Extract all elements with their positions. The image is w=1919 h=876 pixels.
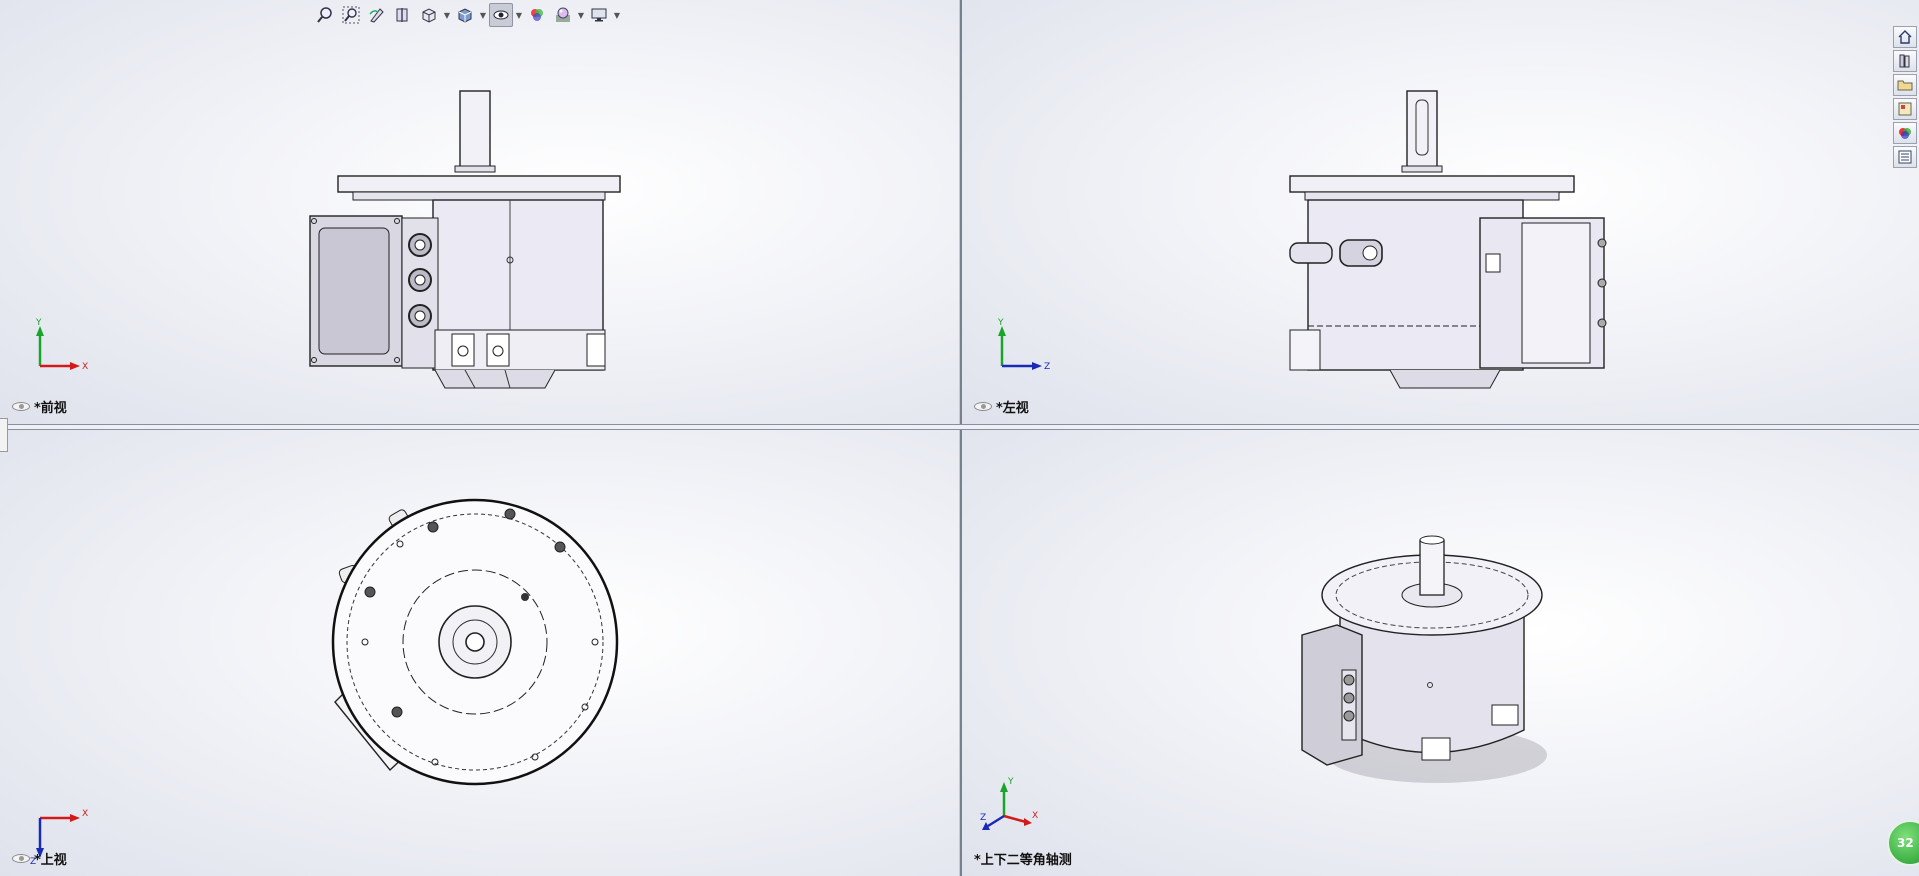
view-name: *左视 [996,401,1029,416]
feature-manager-flyout-tab[interactable] [0,418,8,452]
eye-icon [12,402,30,411]
motor-left-view[interactable] [1289,88,1607,402]
display-style-icon[interactable] [453,3,477,27]
axis-triad-isometric: Y X Z [980,776,1040,836]
appearances-icon[interactable] [1893,122,1917,144]
triad-y-label: Y [1007,777,1014,787]
view-label-isometric[interactable]: *上下二等角轴测 [974,849,1072,868]
triad-y-label: Y [35,318,42,328]
hide-show-items-icon[interactable] [489,3,513,27]
view-name: *前视 [34,401,67,416]
chevron-down-icon[interactable]: ▼ [577,3,585,27]
chevron-down-icon[interactable]: ▼ [443,3,451,27]
viewport-left[interactable]: Y Z *左视 [962,0,1919,424]
apply-scene-icon[interactable] [551,3,575,27]
notification-badge[interactable]: 32 [1887,820,1919,866]
viewport-isometric[interactable]: Y X Z *上下二等角轴测 32 [962,430,1919,876]
view-settings-icon[interactable] [587,3,611,27]
view-orientation-icon[interactable] [417,3,441,27]
section-view-icon[interactable] [391,3,415,27]
previous-view-icon[interactable] [365,3,389,27]
triad-x-label: X [82,362,88,372]
design-library-icon[interactable] [1893,50,1917,72]
task-pane [1893,26,1919,168]
view-label-front[interactable]: *前视 [12,397,67,416]
zoom-to-area-icon[interactable] [339,3,363,27]
eye-icon [12,854,30,863]
view-label-top[interactable]: *上视 [12,849,67,868]
chevron-down-icon[interactable]: ▼ [515,3,523,27]
custom-properties-icon[interactable] [1893,146,1917,168]
view-label-left[interactable]: *左视 [974,397,1029,416]
home-icon[interactable] [1893,26,1917,48]
motor-isometric-view[interactable] [1301,535,1547,794]
zoom-to-fit-icon[interactable] [313,3,337,27]
triad-z-label: Z [1044,362,1050,372]
notification-count: 32 [1897,836,1914,850]
view-palette-icon[interactable] [1893,98,1917,120]
triad-x-label: X [82,809,88,819]
triad-x-label: X [1032,811,1038,821]
view-name: *上下二等角轴测 [974,853,1072,868]
axis-triad-left: Y Z [990,318,1050,378]
viewport-splitter-horizontal[interactable] [0,424,1919,430]
triad-z-label: Z [980,813,986,823]
motor-top-view[interactable] [305,498,635,806]
chevron-down-icon[interactable]: ▼ [479,3,487,27]
viewport-splitter-vertical[interactable] [959,0,962,876]
triad-y-label: Y [997,318,1004,328]
heads-up-view-toolbar: ▼ ▼ ▼ ▼ ▼ [313,2,621,28]
motor-front-view[interactable] [305,88,625,402]
axis-triad-front: Y X [28,318,88,378]
view-name: *上视 [34,853,67,868]
eye-icon [974,402,992,411]
chevron-down-icon[interactable]: ▼ [613,3,621,27]
file-explorer-icon[interactable] [1893,74,1917,96]
viewport-top[interactable]: X Z *上视 [0,430,959,876]
edit-appearance-icon[interactable] [525,3,549,27]
viewport-front[interactable]: Y X *前视 [0,0,959,424]
